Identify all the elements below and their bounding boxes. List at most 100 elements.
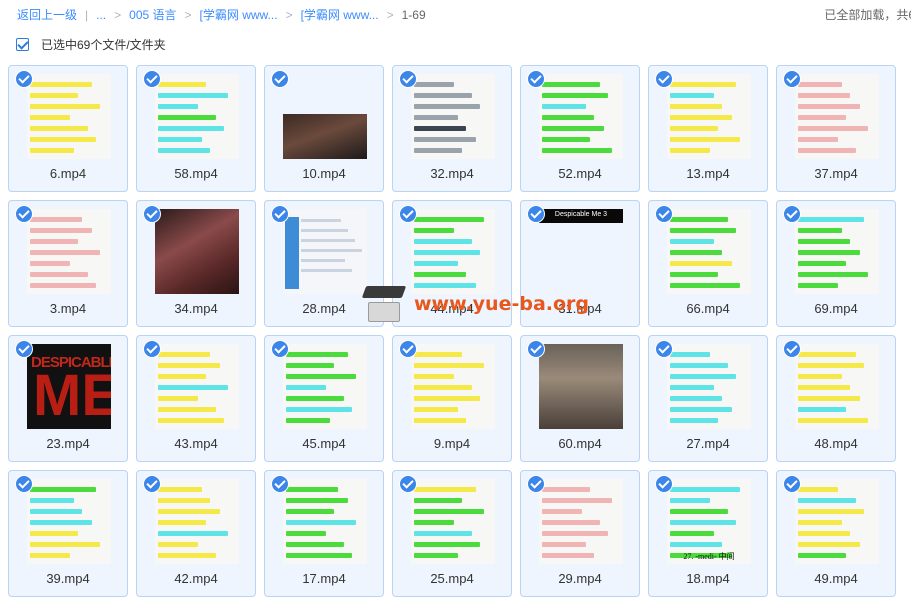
file-name: 10.mp4 xyxy=(302,166,346,181)
video-thumbnail xyxy=(411,479,495,564)
file-name: 3.mp4 xyxy=(49,301,87,316)
video-thumbnail xyxy=(155,74,239,159)
file-tile[interactable]: 32.mp4 xyxy=(392,65,512,192)
thumbnail-caption: Despicable Me 3 xyxy=(554,211,608,218)
checkmark-icon[interactable] xyxy=(15,70,33,88)
breadcrumb-item-folder-1[interactable]: [学霸网 www... xyxy=(200,6,278,23)
checkmark-icon[interactable] xyxy=(527,205,545,223)
file-name: 17.mp4 xyxy=(302,571,346,586)
file-tile[interactable]: 13.mp4 xyxy=(648,65,768,192)
file-name: 32.mp4 xyxy=(430,166,474,181)
video-thumbnail xyxy=(155,209,239,294)
chevron-right-icon: > xyxy=(184,7,192,22)
checkmark-icon[interactable] xyxy=(271,340,289,358)
checkmark-icon[interactable] xyxy=(15,340,33,358)
video-thumbnail xyxy=(667,344,751,429)
checkmark-icon[interactable] xyxy=(399,205,417,223)
file-tile[interactable]: 29.mp4 xyxy=(520,470,640,597)
checkmark-icon[interactable] xyxy=(143,340,161,358)
checkmark-icon[interactable] xyxy=(527,340,545,358)
checkmark-icon[interactable] xyxy=(783,340,801,358)
file-tile[interactable]: 27. -medi- 中间 18.mp4 xyxy=(648,470,768,597)
file-tile[interactable]: 17.mp4 xyxy=(264,470,384,597)
checkmark-icon[interactable] xyxy=(143,70,161,88)
chevron-right-icon: > xyxy=(386,7,394,22)
file-tile[interactable]: 39.mp4 xyxy=(8,470,128,597)
file-tile[interactable]: DESPICABLE ME 23.mp4 xyxy=(8,335,128,462)
poster-letter: ME xyxy=(33,363,111,428)
file-tile[interactable]: 58.mp4 xyxy=(136,65,256,192)
breadcrumb-separator: | xyxy=(85,7,89,22)
checkmark-icon[interactable] xyxy=(783,205,801,223)
file-tile[interactable]: 42.mp4 xyxy=(136,470,256,597)
file-tile[interactable]: 3.mp4 xyxy=(8,200,128,327)
video-thumbnail xyxy=(155,479,239,564)
checkmark-icon[interactable] xyxy=(15,475,33,493)
file-tile[interactable]: 6.mp4 xyxy=(8,65,128,192)
back-link[interactable]: 返回上一级 xyxy=(17,6,77,23)
breadcrumb-ellipsis[interactable]: ... xyxy=(96,8,106,22)
graduation-cap-icon xyxy=(361,284,408,324)
file-name: 58.mp4 xyxy=(174,166,218,181)
file-tile[interactable]: 60.mp4 xyxy=(520,335,640,462)
video-thumbnail: DESPICABLE ME xyxy=(27,344,111,429)
video-thumbnail xyxy=(539,344,623,429)
checkmark-icon[interactable] xyxy=(527,70,545,88)
file-name: 39.mp4 xyxy=(46,571,90,586)
file-tile[interactable]: 25.mp4 xyxy=(392,470,512,597)
checkmark-icon[interactable] xyxy=(271,475,289,493)
checkmark-icon[interactable] xyxy=(271,70,289,88)
checkmark-icon[interactable] xyxy=(399,475,417,493)
chevron-right-icon: > xyxy=(114,7,122,22)
file-name: 6.mp4 xyxy=(49,166,87,181)
video-thumbnail xyxy=(283,114,367,159)
file-tile[interactable]: 34.mp4 xyxy=(136,200,256,327)
file-name: 13.mp4 xyxy=(686,166,730,181)
checkmark-icon[interactable] xyxy=(15,205,33,223)
video-thumbnail xyxy=(27,74,111,159)
checkmark-icon[interactable] xyxy=(783,70,801,88)
file-name: 43.mp4 xyxy=(174,436,218,451)
file-name: 48.mp4 xyxy=(814,436,858,451)
video-thumbnail: 27. -medi- 中间 xyxy=(667,479,751,564)
checkmark-icon[interactable] xyxy=(655,340,673,358)
file-name: 27.mp4 xyxy=(686,436,730,451)
video-thumbnail: Despicable Me 3 xyxy=(539,209,623,223)
video-thumbnail xyxy=(27,209,111,294)
file-tile[interactable]: 69.mp4 xyxy=(776,200,896,327)
file-tile[interactable]: 9.mp4 xyxy=(392,335,512,462)
file-tile[interactable]: 45.mp4 xyxy=(264,335,384,462)
checkmark-icon[interactable] xyxy=(399,70,417,88)
file-tile[interactable]: 66.mp4 xyxy=(648,200,768,327)
file-tile[interactable]: 48.mp4 xyxy=(776,335,896,462)
file-tile[interactable]: 43.mp4 xyxy=(136,335,256,462)
file-tile[interactable]: 37.mp4 xyxy=(776,65,896,192)
checkmark-icon[interactable] xyxy=(399,340,417,358)
video-thumbnail xyxy=(795,344,879,429)
file-tile[interactable]: 10.mp4 xyxy=(264,65,384,192)
file-name: 23.mp4 xyxy=(46,436,90,451)
checkmark-icon[interactable] xyxy=(783,475,801,493)
file-name: 18.mp4 xyxy=(686,571,730,586)
file-tile[interactable]: 49.mp4 xyxy=(776,470,896,597)
video-thumbnail xyxy=(795,74,879,159)
file-tile[interactable]: 52.mp4 xyxy=(520,65,640,192)
file-tile[interactable]: 27.mp4 xyxy=(648,335,768,462)
file-name: 25.mp4 xyxy=(430,571,474,586)
select-all-checkbox[interactable] xyxy=(16,38,29,51)
breadcrumb-item-language[interactable]: 005 语言 xyxy=(129,6,176,23)
breadcrumb-item-folder-2[interactable]: [学霸网 www... xyxy=(301,6,379,23)
checkmark-icon[interactable] xyxy=(143,475,161,493)
video-thumbnail xyxy=(795,209,879,294)
video-thumbnail xyxy=(411,344,495,429)
checkmark-icon[interactable] xyxy=(655,70,673,88)
checkmark-icon[interactable] xyxy=(655,475,673,493)
checkmark-icon[interactable] xyxy=(527,475,545,493)
breadcrumb-current: 1-69 xyxy=(401,7,426,22)
checkmark-icon[interactable] xyxy=(655,205,673,223)
checkmark-icon[interactable] xyxy=(143,205,161,223)
file-name: 69.mp4 xyxy=(814,301,858,316)
checkmark-icon[interactable] xyxy=(271,205,289,223)
file-name: 37.mp4 xyxy=(814,166,858,181)
breadcrumb: 返回上一级 | ... > 005 语言 > [学霸网 www... > [学霸… xyxy=(17,6,426,23)
